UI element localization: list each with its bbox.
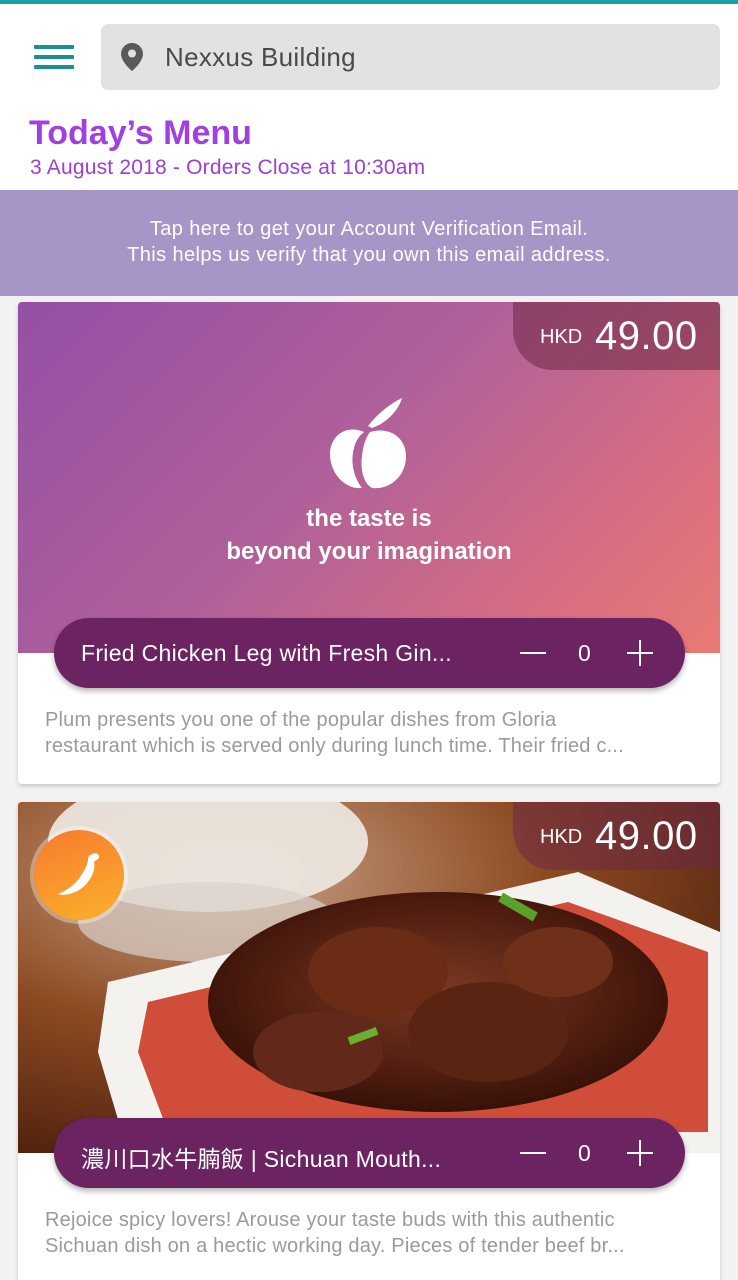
decrease-quantity-button[interactable] <box>520 1152 546 1154</box>
increase-quantity-button[interactable] <box>627 640 653 666</box>
verification-banner-line-1: Tap here to get your Account Verificatio… <box>149 218 589 240</box>
chili-pepper-icon <box>58 853 100 895</box>
order-deadline: 3 August 2018 - Orders Close at 10:30am <box>30 156 426 179</box>
dish-order-bar: Fried Chicken Leg with Fresh Gin... 0 <box>54 618 685 688</box>
plum-logo-icon <box>330 398 406 489</box>
location-selector[interactable]: Nexxus Building <box>101 24 720 90</box>
verification-banner-line-2: This helps us verify that you own this e… <box>127 244 611 266</box>
image-tagline-line-2: beyond your imagination <box>226 538 512 565</box>
dish-order-bar: 濃川口水牛腩飯 | Sichuan Mouth... 0 <box>54 1118 685 1188</box>
location-name: Nexxus Building <box>165 42 356 72</box>
dish-description-line-2: Sichuan dish on a hectic working day. Pi… <box>45 1235 625 1257</box>
spicy-badge <box>34 830 124 920</box>
dish-name[interactable]: Fried Chicken Leg with Fresh Gin... <box>81 640 491 667</box>
dish-description-line-1: Rejoice spicy lovers! Arouse your taste … <box>45 1209 615 1231</box>
price-tag: HKD 49.00 <box>513 802 720 870</box>
dish-description: Plum presents you one of the popular dis… <box>45 707 705 759</box>
quantity-value: 0 <box>578 1140 591 1166</box>
quantity-value: 0 <box>578 640 591 666</box>
price-tag: HKD 49.00 <box>513 302 720 370</box>
dish-card[interactable]: the taste is beyond your imagination HKD… <box>18 302 720 784</box>
dish-image: HKD 49.00 <box>18 802 720 1153</box>
price-currency: HKD <box>540 326 583 348</box>
app-header: Nexxus Building Today’s Menu 3 August 20… <box>0 4 738 190</box>
dish-description: Rejoice spicy lovers! Arouse your taste … <box>45 1207 705 1259</box>
hamburger-menu-icon[interactable] <box>34 44 76 76</box>
increase-quantity-button[interactable] <box>627 1140 653 1166</box>
dish-card[interactable]: HKD 49.00 濃川口水牛腩飯 | Sichuan Mouth... 0 R… <box>18 802 720 1280</box>
dish-description-line-1: Plum presents you one of the popular dis… <box>45 709 557 731</box>
price-amount: 49.00 <box>595 814 698 858</box>
dish-description-line-2: restaurant which is served only during l… <box>45 735 624 757</box>
image-tagline-line-1: the taste is <box>306 505 432 532</box>
price-amount: 49.00 <box>595 314 698 358</box>
dish-image: the taste is beyond your imagination HKD… <box>18 302 720 653</box>
location-pin-icon <box>121 43 143 71</box>
dish-name[interactable]: 濃川口水牛腩飯 | Sichuan Mouth... <box>81 1140 491 1174</box>
decrease-quantity-button[interactable] <box>520 652 546 654</box>
page-title: Today’s Menu <box>29 114 252 152</box>
verification-banner[interactable]: Tap here to get your Account Verificatio… <box>0 190 738 296</box>
price-currency: HKD <box>540 826 583 848</box>
